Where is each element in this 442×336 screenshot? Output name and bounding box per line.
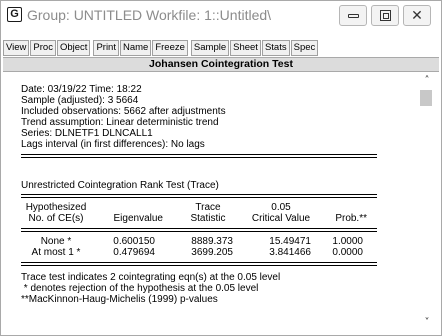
note-line: **MacKinnon-Haug-Michelis (1999) p-value…: [21, 294, 218, 305]
info-line: Included observations: 5662 after adjust…: [21, 106, 226, 117]
cell-eigenvalue: 0.479694: [113, 247, 155, 258]
header-statistic: Statistic: [190, 213, 226, 224]
note-line: * denotes rejection of the hypothesis at…: [21, 283, 259, 294]
header-trace: Trace: [195, 202, 221, 213]
double-rule: [21, 231, 377, 232]
window-title: Group: UNTITLED Workfile: 1::Untitled\: [27, 7, 272, 23]
trace-test-title: Unrestricted Cointegration Rank Test (Tr…: [21, 180, 219, 191]
header-critical-value: Critical Value: [251, 213, 311, 224]
header-no-of-ces: No. of CE(s): [28, 213, 84, 224]
info-line: Date: 03/19/22 Time: 18:22: [21, 84, 142, 95]
toolbar: View Proc Object Print Name Freeze Sampl…: [3, 40, 319, 56]
maximize-icon: [379, 10, 391, 21]
cell-critical-value: 3.841466: [269, 247, 311, 258]
info-line: Lags interval (in first differences): No…: [21, 139, 205, 150]
object-button[interactable]: Object: [56, 40, 91, 56]
estimation-info: Date: 03/19/22 Time: 18:22 Sample (adjus…: [21, 84, 226, 150]
scroll-thumb[interactable]: [420, 90, 432, 106]
double-rule: [21, 265, 377, 266]
test-notes: Trace test indicates 2 cointegrating eqn…: [21, 272, 280, 305]
cell-eigenvalue: 0.600150: [113, 236, 155, 247]
cell-critical-value: 15.49471: [269, 236, 311, 247]
stats-button[interactable]: Stats: [261, 40, 290, 56]
close-button[interactable]: ✕: [403, 5, 431, 26]
scroll-up-icon[interactable]: ˄: [415, 74, 439, 88]
name-button[interactable]: Name: [119, 40, 152, 56]
scroll-down-icon[interactable]: ˅: [415, 316, 439, 330]
cell-trace-statistic: 3699.205: [191, 247, 233, 258]
info-line: Trend assumption: Linear deterministic t…: [21, 117, 219, 128]
double-rule: [21, 197, 377, 198]
eviews-group-window: G Group: UNTITLED Workfile: 1::Untitled\…: [0, 0, 442, 336]
spec-button[interactable]: Spec: [290, 40, 319, 56]
view-button[interactable]: View: [3, 40, 30, 56]
view-header: Johansen Cointegration Test: [3, 57, 439, 72]
double-rule: [21, 262, 377, 263]
print-button[interactable]: Print: [93, 40, 119, 56]
note-line: Trace test indicates 2 cointegrating eqn…: [21, 272, 281, 283]
output-content: Date: 03/19/22 Time: 18:22 Sample (adjus…: [3, 72, 415, 334]
cell-hypothesis: None *: [40, 236, 72, 247]
close-icon: ✕: [411, 7, 423, 24]
sheet-button[interactable]: Sheet: [230, 40, 261, 56]
minimize-button[interactable]: [339, 5, 367, 26]
eviews-app-icon: G: [7, 7, 22, 22]
maximize-button[interactable]: [371, 5, 399, 26]
cell-prob: 0.0000: [332, 247, 363, 258]
double-rule: [21, 194, 377, 195]
double-rule: [21, 157, 377, 158]
header-hypothesized: Hypothesized: [25, 202, 87, 213]
header-prob: Prob.**: [335, 213, 367, 224]
cell-prob: 1.0000: [332, 236, 363, 247]
vertical-scrollbar[interactable]: ˄ ˅: [415, 72, 439, 334]
freeze-button[interactable]: Freeze: [152, 40, 188, 56]
cell-trace-statistic: 8889.373: [191, 236, 233, 247]
info-line: Sample (adjusted): 3 5664: [21, 95, 139, 106]
title-bar[interactable]: G Group: UNTITLED Workfile: 1::Untitled\…: [1, 1, 441, 31]
double-rule: [21, 228, 377, 229]
double-rule: [21, 154, 377, 155]
header-significance: 0.05: [271, 202, 291, 213]
proc-button[interactable]: Proc: [30, 40, 56, 56]
header-eigenvalue: Eigenvalue: [113, 213, 163, 224]
cell-hypothesis: At most 1 *: [31, 247, 81, 258]
info-line: Series: DLNETF1 DLNCALL1: [21, 128, 153, 139]
minimize-icon: [347, 13, 359, 18]
sample-button[interactable]: Sample: [190, 40, 230, 56]
